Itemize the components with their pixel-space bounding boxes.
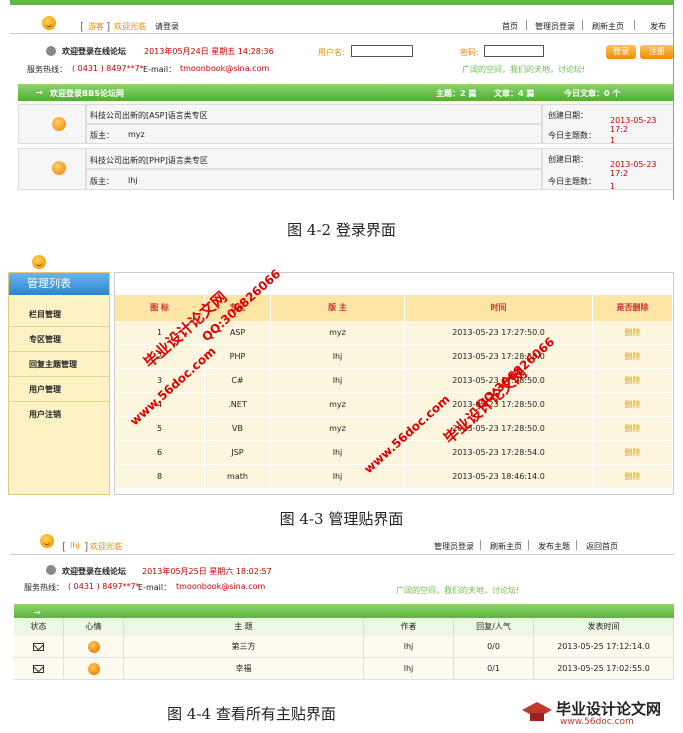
welcome-title: 欢迎登录在线论坛 xyxy=(62,47,126,56)
table-cell: lhj xyxy=(271,369,405,393)
current-date: 2013年05月24日 星期五 14:28:36 xyxy=(144,47,274,56)
table-cell: 2013-05-23 17:28:50.0 xyxy=(405,417,593,441)
table-cell: lhj xyxy=(271,465,405,489)
table-cell: myz xyxy=(271,393,405,417)
password-input[interactable] xyxy=(484,45,544,57)
sidebar-item-logout[interactable]: 用户注销 xyxy=(9,403,109,427)
table-cell: 8 xyxy=(115,465,205,489)
table-cell: 2013-05-23 18:46:14.0 xyxy=(405,465,593,489)
admin-sidebar: 管理列表 栏目管理 专区管理 回复主题管理 用户管理 用户注销 xyxy=(8,272,110,495)
table-cell: 0/0 xyxy=(454,636,534,658)
graduation-cap-icon xyxy=(522,702,552,721)
mood-icon xyxy=(88,663,100,675)
table-cell: .NET xyxy=(205,393,271,417)
delete-link[interactable]: 删除 xyxy=(593,441,673,465)
login-button[interactable]: 登录 xyxy=(606,45,636,59)
guest-label: 游客 xyxy=(88,22,104,31)
table-cell: 0/1 xyxy=(454,658,534,680)
table-cell: math xyxy=(205,465,271,489)
table-cell: VB xyxy=(205,417,271,441)
topics-screenshot: [ lhj ] 欢迎光临 管理员登录 刷新主页 发布主题 返回首页 欢迎登录在线… xyxy=(10,532,674,692)
mood-icon xyxy=(88,641,100,653)
forum-icon xyxy=(52,161,66,175)
table-cell: lhj xyxy=(364,658,454,680)
slogan: 广阔的空间，我们的天地，讨论坛! xyxy=(462,65,586,74)
nav-refresh[interactable]: 刷新主页 xyxy=(490,541,522,552)
table-cell: 2013-05-23 17:28:50.0 xyxy=(405,345,593,369)
smile-icon xyxy=(32,255,46,269)
figure-caption-4-4: 图 4-4 查看所有主贴界面 xyxy=(167,705,336,723)
sidebar-title: 管理列表 xyxy=(9,273,109,295)
email: tmoonbook@sina.com xyxy=(180,64,270,73)
smile-icon xyxy=(42,16,56,30)
mail-icon xyxy=(33,665,44,673)
welcome-short: 欢迎光临 xyxy=(114,22,146,31)
table-cell: lhj xyxy=(271,345,405,369)
sidebar-item-sections[interactable]: 专区管理 xyxy=(9,328,109,352)
nav-publish[interactable]: 发布主题 xyxy=(538,541,570,552)
sidebar-item-columns[interactable]: 栏目管理 xyxy=(9,303,109,327)
delete-link[interactable]: 删除 xyxy=(593,345,673,369)
smile-icon xyxy=(40,534,54,548)
nav-home[interactable]: 首页 xyxy=(502,21,518,32)
top-green-line xyxy=(10,0,673,5)
sidebar-item-replies[interactable]: 回复主题管理 xyxy=(9,353,109,377)
table-cell: 2013-05-25 17:12:14.0 xyxy=(534,636,674,658)
speaker-icon xyxy=(46,565,56,575)
table-cell: 2013-05-23 17:28:54.0 xyxy=(405,441,593,465)
login-link[interactable]: 请登录 xyxy=(155,21,179,32)
register-button[interactable]: 注册 xyxy=(640,45,673,59)
forum-icon xyxy=(52,117,66,131)
nav-admin-login[interactable]: 管理员登录 xyxy=(535,21,575,32)
table-cell: myz xyxy=(271,417,405,441)
forum-title-php[interactable]: 科技公司出新的[PHP]语言类专区 xyxy=(90,155,208,166)
figure-caption-4-3: 图 4-3 管理贴界面 xyxy=(279,510,404,528)
table-cell: 6 xyxy=(115,441,205,465)
moderator: myz xyxy=(128,130,145,139)
figure-caption-4-2: 图 4-2 登录界面 xyxy=(287,221,396,239)
table-cell: 5 xyxy=(115,417,205,441)
delete-link[interactable]: 删除 xyxy=(593,369,673,393)
site-logo: 毕业设计论文网 www.56doc.com xyxy=(520,696,680,730)
table-cell: JSP xyxy=(205,441,271,465)
table-cell: lhj xyxy=(364,636,454,658)
forum-title-asp[interactable]: 科技公司出新的[ASP]语言类专区 xyxy=(90,110,208,121)
delete-link[interactable]: 删除 xyxy=(593,321,673,345)
username-input[interactable] xyxy=(351,45,413,57)
delete-link[interactable]: 删除 xyxy=(593,393,673,417)
login-screenshot: [ 游客 ] 欢迎光临 请登录 首页 管理员登录 刷新主页 发布 欢迎登录在线论… xyxy=(10,0,674,200)
hotline: ( 0431 ) 8497**7* xyxy=(72,64,144,73)
current-user: lhj xyxy=(70,541,80,550)
sidebar-item-users[interactable]: 用户管理 xyxy=(9,378,109,402)
speaker-icon xyxy=(46,46,56,56)
table-cell: 2013-05-25 17:02:55.0 xyxy=(534,658,674,680)
nav-back-home[interactable]: 返回首页 xyxy=(586,541,618,552)
nav-refresh[interactable]: 刷新主页 xyxy=(592,21,624,32)
table-cell: 2013-05-23 17:27:50.0 xyxy=(405,321,593,345)
mail-icon xyxy=(33,643,44,651)
delete-link[interactable]: 删除 xyxy=(593,465,673,489)
nav-publish[interactable]: 发布 xyxy=(650,21,666,32)
table-cell: myz xyxy=(271,321,405,345)
forum-summary-bar: → 欢迎登录BBS论坛网 主题：2 篇 文章：4 篇 今日文章：0 个 xyxy=(18,84,673,101)
table-cell[interactable]: 第三方 xyxy=(124,636,364,658)
admin-screenshot: 管理列表 栏目管理 专区管理 回复主题管理 用户管理 用户注销 图 标 专区 版… xyxy=(8,252,676,498)
nav-admin-login[interactable]: 管理员登录 xyxy=(434,541,474,552)
current-date: 2013年05月25日 星期六 18:02:57 xyxy=(142,567,272,576)
delete-link[interactable]: 删除 xyxy=(593,417,673,441)
table-cell: C# xyxy=(205,369,271,393)
table-cell[interactable]: 幸福 xyxy=(124,658,364,680)
moderator: lhj xyxy=(128,176,138,185)
